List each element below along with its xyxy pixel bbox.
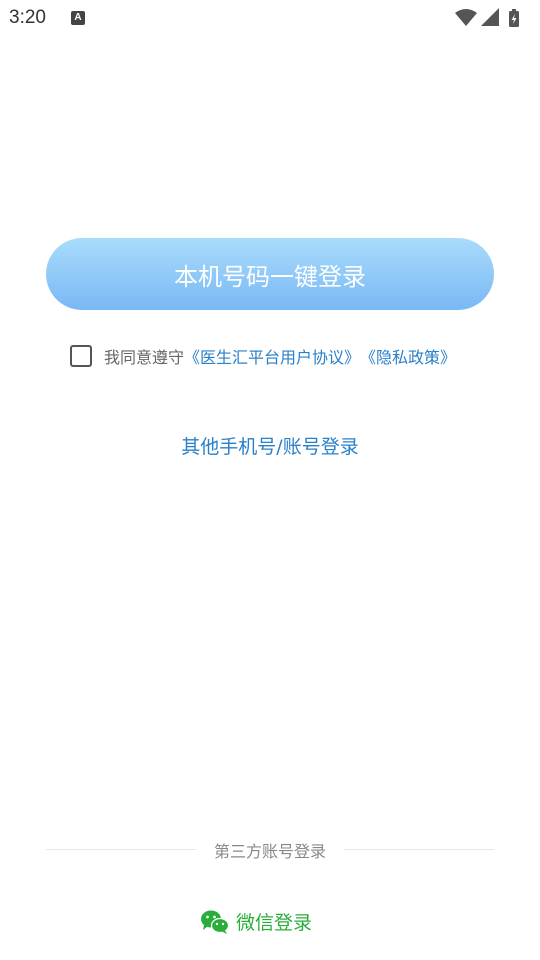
agreement-checkbox[interactable] xyxy=(70,345,92,367)
divider-line-right xyxy=(344,849,494,850)
wechat-icon xyxy=(201,910,230,934)
signal-icon xyxy=(481,8,499,26)
privacy-policy-link[interactable]: 《隐私政策》 xyxy=(360,344,456,368)
one-click-login-button[interactable]: 本机号码一键登录 xyxy=(46,238,494,310)
one-click-login-label: 本机号码一键登录 xyxy=(174,262,366,291)
status-icons xyxy=(454,7,530,27)
third-party-label: 第三方账号登录 xyxy=(213,842,326,861)
status-bar: 3:20 A xyxy=(0,0,540,36)
app-notice-letter: A xyxy=(74,12,82,23)
wechat-login-label: 微信登录 xyxy=(236,912,313,934)
login-screen: 3:20 A 本机号码一键登录 我同意遵守 《医生汇平台用户协议》 《隐私政策》… xyxy=(0,0,540,960)
agreement-row: 我同意遵守 《医生汇平台用户协议》 《隐私政策》 xyxy=(70,343,456,369)
wechat-login-button[interactable]: 微信登录 xyxy=(200,908,312,935)
third-party-divider: 第三方账号登录 xyxy=(46,838,494,861)
status-icons-svg xyxy=(455,8,519,27)
user-agreement-link[interactable]: 《医生汇平台用户协议》 xyxy=(184,344,360,368)
app-notice-icon: A xyxy=(71,11,85,25)
agreement-prefix: 我同意遵守 xyxy=(104,348,185,367)
battery-charging-icon xyxy=(509,9,519,27)
wifi-icon xyxy=(455,9,477,26)
other-login-link[interactable]: 其他手机号/账号登录 xyxy=(0,432,540,459)
status-time: 3:20 xyxy=(9,7,46,28)
